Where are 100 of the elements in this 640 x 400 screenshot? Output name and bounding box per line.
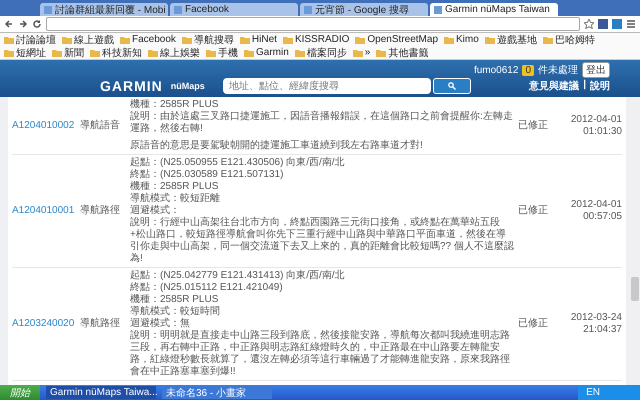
bookmark[interactable]: 巴哈姆特 bbox=[542, 33, 595, 46]
username: fumo0612 bbox=[474, 64, 518, 76]
report-type: 導航路徑 bbox=[80, 205, 121, 217]
search-field[interactable]: 地址、點位、經緯度搜尋 bbox=[222, 78, 431, 94]
bookmark[interactable]: 新聞 bbox=[52, 46, 84, 59]
page-icon bbox=[44, 6, 52, 14]
header-link[interactable]: 意見與建議 bbox=[529, 79, 580, 93]
star-icon[interactable] bbox=[584, 19, 594, 29]
tab-title: Garmin nüMaps Taiwan bbox=[445, 4, 550, 15]
description-line: 說明：由於這處三叉路口捷運施工，因語音播報錯誤，在這個路口之前會提醒你:左轉走運路，然後右轉! bbox=[130, 111, 514, 135]
browser-tab[interactable]: Facebook bbox=[170, 3, 298, 16]
bookmark-label: 線上娛樂 bbox=[160, 46, 200, 60]
bookmark[interactable]: HiNet bbox=[240, 33, 277, 46]
search-button[interactable] bbox=[432, 78, 471, 94]
bookmark[interactable]: KISSRADIO bbox=[282, 33, 350, 46]
folder-icon bbox=[244, 48, 254, 57]
report-id-link[interactable]: A1204010002 bbox=[12, 120, 76, 132]
product-name: nüMaps bbox=[170, 81, 205, 91]
logo-text: GARMIN bbox=[100, 78, 163, 94]
bookmark-label: Kimo bbox=[456, 34, 479, 45]
search-icon bbox=[448, 82, 456, 90]
report-date: 2012-03-24 bbox=[570, 312, 622, 324]
header-link[interactable]: 說明 bbox=[590, 79, 610, 93]
page-icon bbox=[304, 6, 312, 14]
bookmark[interactable]: 科技新知 bbox=[90, 46, 142, 59]
folder-icon bbox=[240, 35, 250, 44]
taskbar-window[interactable]: 未命名36 - 小畫家 bbox=[162, 386, 272, 399]
folder-icon bbox=[542, 35, 553, 44]
pending-label[interactable]: 件未處理 bbox=[538, 63, 578, 77]
bookmark[interactable]: OpenStreetMap bbox=[355, 33, 438, 46]
description-line: 起點：(N25.042779 E121.431413) 向東/西/南/北 bbox=[130, 270, 346, 282]
bookmark[interactable]: 其他書籤 bbox=[376, 46, 428, 59]
report-time: 00:57:05 bbox=[582, 211, 622, 223]
language-indicator: EN bbox=[586, 387, 600, 398]
report-time: 21:04:37 bbox=[582, 324, 622, 336]
forward-icon[interactable] bbox=[18, 19, 28, 29]
folder-icon bbox=[206, 48, 216, 57]
report-type: 導航路徑 bbox=[80, 318, 121, 330]
logout-button[interactable]: 登出 bbox=[582, 62, 610, 78]
bookmark[interactable]: 手機 bbox=[206, 46, 238, 59]
bookmark[interactable]: 短網址 bbox=[4, 46, 46, 59]
reload-icon[interactable] bbox=[32, 19, 42, 29]
report-status: 已修正 bbox=[518, 205, 549, 217]
back-icon[interactable] bbox=[4, 19, 14, 29]
folder-icon bbox=[148, 48, 158, 57]
bookmark[interactable]: 討論論壇 bbox=[4, 33, 56, 46]
description-line: 說明：行經中山高架往台北市方向，終點西園路三元街口接角，或終點在萬華站五段+松山路口，較短路徑導航會叫你先下三重行經中山路與中華路口平面車道，然後在導引你走與中山高架，同一個交流道下去又上來的，真的距離會比較短嗎?? 個人不這麼認為! bbox=[130, 217, 514, 265]
browser-tab[interactable]: 討論群組最新回覆 - Mobi bbox=[40, 3, 168, 16]
folder-icon bbox=[352, 48, 363, 57]
report-date: 2012-04-01 bbox=[570, 114, 622, 126]
folder-icon bbox=[282, 35, 293, 44]
description-line: 機種：2585R PLUS bbox=[130, 294, 220, 306]
bookmark-label: Facebook bbox=[132, 34, 176, 45]
bookmark[interactable]: 導航搜尋 bbox=[182, 33, 234, 46]
report-type: 導航語音 bbox=[80, 120, 121, 132]
bookmark[interactable]: 線上遊戲 bbox=[62, 33, 114, 46]
bookmark-label: 巴哈姆特 bbox=[554, 34, 595, 46]
tab-title: Facebook bbox=[185, 4, 229, 15]
bookmark-label: 檔案同步 bbox=[306, 46, 347, 60]
bookmark-label: OpenStreetMap bbox=[367, 34, 438, 45]
bookmark[interactable]: Facebook bbox=[120, 33, 176, 46]
taskbar-window[interactable]: Garmin nüMaps Taiwa... bbox=[46, 386, 156, 399]
bookmark-label: 其他書籤 bbox=[388, 46, 428, 60]
bookmark-label: 手機 bbox=[218, 46, 238, 60]
menu-icon[interactable] bbox=[626, 19, 636, 29]
description-line: 終點：(N25.030589 E121.507131) bbox=[130, 169, 284, 180]
start-button[interactable]: 開始 bbox=[0, 385, 40, 400]
report-status: 已修正 bbox=[518, 318, 549, 330]
bookmark[interactable]: Garmin bbox=[244, 46, 289, 59]
folder-icon bbox=[294, 48, 305, 57]
bookmark[interactable]: 檔案同步 bbox=[294, 46, 347, 59]
description-line: 迴避模式： bbox=[130, 205, 181, 216]
bookmark-label: » bbox=[364, 47, 370, 58]
tab-title: 討論群組最新回覆 - Mobi bbox=[55, 4, 166, 16]
bookmark-label: KISSRADIO bbox=[294, 34, 350, 45]
address-field[interactable] bbox=[46, 17, 580, 31]
browser-tab[interactable]: 元宵節 - Google 搜尋 bbox=[300, 3, 428, 16]
page-icon bbox=[174, 6, 182, 14]
description-line: 機種：2585R PLUS bbox=[130, 99, 220, 110]
bookmark[interactable]: 遊戲基地 bbox=[484, 33, 537, 46]
folder-icon bbox=[120, 35, 130, 44]
folder-icon bbox=[376, 48, 386, 57]
folder-icon bbox=[182, 35, 192, 44]
description-line: 導航模式：較短距離 bbox=[130, 193, 221, 204]
bookmark[interactable]: 線上娛樂 bbox=[148, 46, 200, 59]
browser-tab[interactable]: Garmin nüMaps Taiwan bbox=[430, 3, 558, 16]
report-status: 已修正 bbox=[518, 120, 549, 132]
report-id-link[interactable]: A1203240020 bbox=[12, 318, 76, 330]
description-line: 說明：明明就是直接走中山路三段到路底，然後接龍安路，導航每次都叫我繞進明志路三段，再右轉中正路，中正路與明志路紅綠燈時久的，中正路最在中山路要左轉龍安路，紅綠燈秒數長就算了，還沒左轉必須等這行車輛過了才能轉進龍安路，原來我路徑會在中正路塞車塞到爆!! bbox=[130, 330, 511, 378]
description-line: 導航模式：較短時間 bbox=[130, 306, 221, 318]
bookmark[interactable]: Kimo bbox=[444, 33, 479, 46]
description-line: 迴避模式：無 bbox=[130, 318, 191, 330]
description-line: 起點：(N25.050955 E121.430506) 向東/西/南/北 bbox=[130, 157, 346, 169]
folder-icon bbox=[484, 35, 495, 44]
description-line: 原語音的意思是要駕駛朝開的捷運施工車道繞到我左右路車道才對! bbox=[130, 140, 424, 152]
bookmark-label: 線上遊戲 bbox=[74, 34, 114, 46]
bookmark[interactable]: » bbox=[352, 46, 370, 59]
report-id-link[interactable]: A1204010001 bbox=[12, 205, 76, 217]
bookmark-label: 科技新知 bbox=[102, 46, 142, 60]
folder-icon bbox=[444, 35, 454, 44]
